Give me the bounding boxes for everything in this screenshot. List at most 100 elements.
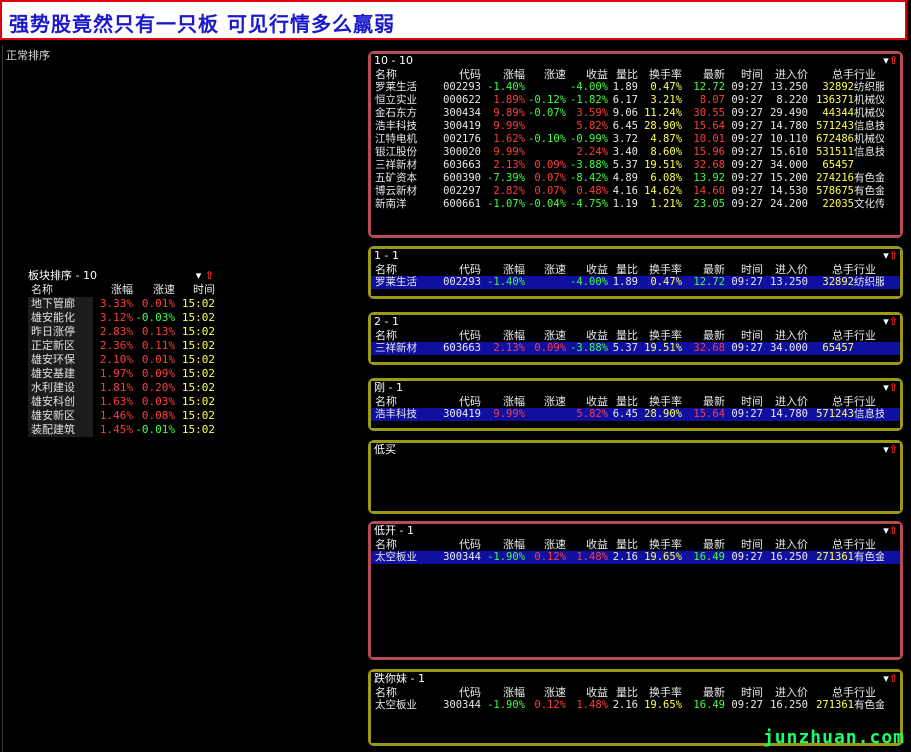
column-header-last-price[interactable]: 最新 [682, 263, 725, 276]
column-header-stock-code[interactable]: 代码 [433, 68, 481, 81]
column-header-entry-price[interactable]: 进入价 [763, 329, 808, 342]
column-header-change-pct[interactable]: 涨幅 [481, 686, 525, 699]
column-header-entry-price[interactable]: 进入价 [763, 68, 808, 81]
column-header-stock-name[interactable]: 名称 [371, 395, 433, 408]
column-header-return-pct[interactable]: 收益 [566, 263, 608, 276]
sector-row[interactable]: 地下管廊 3.33% 0.01% 15:02 [28, 297, 216, 311]
column-header-time[interactable]: 时间 [175, 283, 215, 297]
column-header-stock-code[interactable]: 代码 [433, 538, 481, 551]
stock-row[interactable]: 太空板业 300344 -1.90% 0.12% 1.48% 2.16 19.65% 16.4… [371, 551, 900, 564]
sort-up-icon[interactable]: ⇧ [205, 269, 214, 282]
column-header-volume-ratio[interactable]: 量比 [608, 263, 638, 276]
column-header-volume-ratio[interactable]: 量比 [608, 68, 638, 81]
sector-row[interactable]: 装配建筑 1.45% -0.01% 15:02 [28, 423, 216, 437]
stock-row[interactable]: 太空板业 300344 -1.90% 0.12% 1.48% 2.16 19.65% 16.4… [371, 699, 900, 712]
column-header-last-price[interactable]: 最新 [682, 686, 725, 699]
sector-row[interactable]: 正定新区 2.36% 0.11% 15:02 [28, 339, 216, 353]
sector-row[interactable]: 水利建设 1.81% 0.20% 15:02 [28, 381, 216, 395]
column-header-return-pct[interactable]: 收益 [566, 538, 608, 551]
column-header-change-pct[interactable]: 涨幅 [481, 263, 525, 276]
column-header-return-pct[interactable]: 收益 [566, 329, 608, 342]
column-header-stock-code[interactable]: 代码 [433, 395, 481, 408]
column-header-industry[interactable]: 行业 [854, 538, 884, 551]
column-header-stock-code[interactable]: 代码 [433, 329, 481, 342]
column-header-last-price[interactable]: 最新 [682, 395, 725, 408]
stock-row[interactable]: 浩丰科技 300419 9.99% 5.82% 6.45 28.90% 15.64 09:27… [371, 120, 900, 133]
stock-row[interactable]: 五矿资本 600390 -7.39% 0.07% -8.42% 4.89 6.08% 13.9… [371, 172, 900, 185]
column-header-turnover-rate[interactable]: 换手率 [638, 395, 682, 408]
column-header-total-volume[interactable]: 总手 [808, 686, 854, 699]
column-header-speed[interactable]: 涨速 [133, 283, 175, 297]
stock-row[interactable]: 浩丰科技 300419 9.99% 5.82% 6.45 28.90% 15.64 09:27… [371, 408, 900, 421]
column-header-entry-price[interactable]: 进入价 [763, 538, 808, 551]
column-header-industry[interactable]: 行业 [854, 329, 884, 342]
column-header-return-pct[interactable]: 收益 [566, 395, 608, 408]
column-header-return-pct[interactable]: 收益 [566, 686, 608, 699]
sector-row[interactable]: 昨日涨停 2.83% 0.13% 15:02 [28, 325, 216, 339]
column-header-turnover-rate[interactable]: 换手率 [638, 68, 682, 81]
column-header-industry[interactable]: 行业 [854, 68, 884, 81]
column-header-industry[interactable]: 行业 [854, 686, 884, 699]
column-header-last-price[interactable]: 最新 [682, 68, 725, 81]
sector-row[interactable]: 雄安新区 1.46% 0.08% 15:02 [28, 409, 216, 423]
column-header-turnover-rate[interactable]: 换手率 [638, 329, 682, 342]
column-header-entry-time[interactable]: 时间 [725, 538, 763, 551]
stock-row[interactable]: 博云新材 002297 2.82% 0.07% 0.48% 4.16 14.62% 14.60… [371, 185, 900, 198]
stock-row[interactable]: 三祥新材 603663 2.13% 0.09% -3.88% 5.37 19.51% 32.6… [371, 342, 900, 355]
column-header-volume-ratio[interactable]: 量比 [608, 329, 638, 342]
column-header-stock-name[interactable]: 名称 [371, 329, 433, 342]
column-header-speed-pct[interactable]: 涨速 [525, 68, 566, 81]
sector-row[interactable]: 雄安科创 1.63% 0.03% 15:02 [28, 395, 216, 409]
stock-row[interactable]: 银江股份 300020 9.99% 2.24% 3.40 8.60% 15.96 09:27 1… [371, 146, 900, 159]
column-header-stock-code[interactable]: 代码 [433, 263, 481, 276]
column-header-stock-code[interactable]: 代码 [433, 686, 481, 699]
column-header-stock-name[interactable]: 名称 [371, 263, 433, 276]
sort-up-icon[interactable]: ⇧ [889, 54, 898, 67]
column-header-turnover-rate[interactable]: 换手率 [638, 686, 682, 699]
stock-row[interactable]: 三祥新材 603663 2.13% 0.09% -3.88% 5.37 19.51% 32.6… [371, 159, 900, 172]
column-header-entry-time[interactable]: 时间 [725, 329, 763, 342]
column-header-total-volume[interactable]: 总手 [808, 395, 854, 408]
column-header-turnover-rate[interactable]: 换手率 [638, 538, 682, 551]
column-header-change-pct[interactable]: 涨幅 [481, 68, 525, 81]
column-header-entry-time[interactable]: 时间 [725, 68, 763, 81]
column-header-total-volume[interactable]: 总手 [808, 329, 854, 342]
column-header-total-volume[interactable]: 总手 [808, 263, 854, 276]
stock-row[interactable]: 金石东方 300434 9.89% -0.07% 3.59% 9.06 11.24% 30.5… [371, 107, 900, 120]
stock-row[interactable]: 新南洋 600661 -1.07% -0.04% -4.75% 1.19 1.21% 23.0… [371, 198, 900, 211]
column-header-return-pct[interactable]: 收益 [566, 68, 608, 81]
column-header-volume-ratio[interactable]: 量比 [608, 686, 638, 699]
column-header-entry-time[interactable]: 时间 [725, 263, 763, 276]
column-header-name[interactable]: 名称 [28, 283, 93, 297]
stock-row[interactable]: 罗莱生活 002293 -1.40% -4.00% 1.89 0.47% 12.72 09:2… [371, 276, 900, 289]
stock-row[interactable]: 江特电机 002176 1.62% -0.10% -0.99% 3.72 4.87% 10.0… [371, 133, 900, 146]
column-header-stock-name[interactable]: 名称 [371, 538, 433, 551]
sort-up-icon[interactable]: ⇧ [889, 249, 898, 262]
column-header-speed-pct[interactable]: 涨速 [525, 395, 566, 408]
column-header-change-pct[interactable]: 涨幅 [481, 395, 525, 408]
sort-up-icon[interactable]: ⇧ [889, 315, 898, 328]
sort-up-icon[interactable]: ⇧ [889, 672, 898, 685]
column-header-entry-price[interactable]: 进入价 [763, 263, 808, 276]
dropdown-arrow-icon[interactable]: ▾ [196, 269, 202, 282]
sector-row[interactable]: 雄安能化 3.12% -0.03% 15:02 [28, 311, 216, 325]
column-header-entry-price[interactable]: 进入价 [763, 395, 808, 408]
sort-up-icon[interactable]: ⇧ [889, 381, 898, 394]
column-header-speed-pct[interactable]: 涨速 [525, 263, 566, 276]
sort-up-icon[interactable]: ⇧ [889, 524, 898, 537]
column-header-industry[interactable]: 行业 [854, 263, 884, 276]
sector-row[interactable]: 雄安环保 2.10% 0.01% 15:02 [28, 353, 216, 367]
column-header-stock-name[interactable]: 名称 [371, 686, 433, 699]
column-header-speed-pct[interactable]: 涨速 [525, 686, 566, 699]
column-header-volume-ratio[interactable]: 量比 [608, 395, 638, 408]
column-header-entry-time[interactable]: 时间 [725, 686, 763, 699]
sector-row[interactable]: 雄安基建 1.97% 0.09% 15:02 [28, 367, 216, 381]
column-header-entry-price[interactable]: 进入价 [763, 686, 808, 699]
column-header-change[interactable]: 涨幅 [93, 283, 133, 297]
column-header-turnover-rate[interactable]: 换手率 [638, 263, 682, 276]
column-header-volume-ratio[interactable]: 量比 [608, 538, 638, 551]
column-header-change-pct[interactable]: 涨幅 [481, 538, 525, 551]
column-header-speed-pct[interactable]: 涨速 [525, 329, 566, 342]
column-header-last-price[interactable]: 最新 [682, 329, 725, 342]
sort-up-icon[interactable]: ⇧ [889, 443, 898, 456]
